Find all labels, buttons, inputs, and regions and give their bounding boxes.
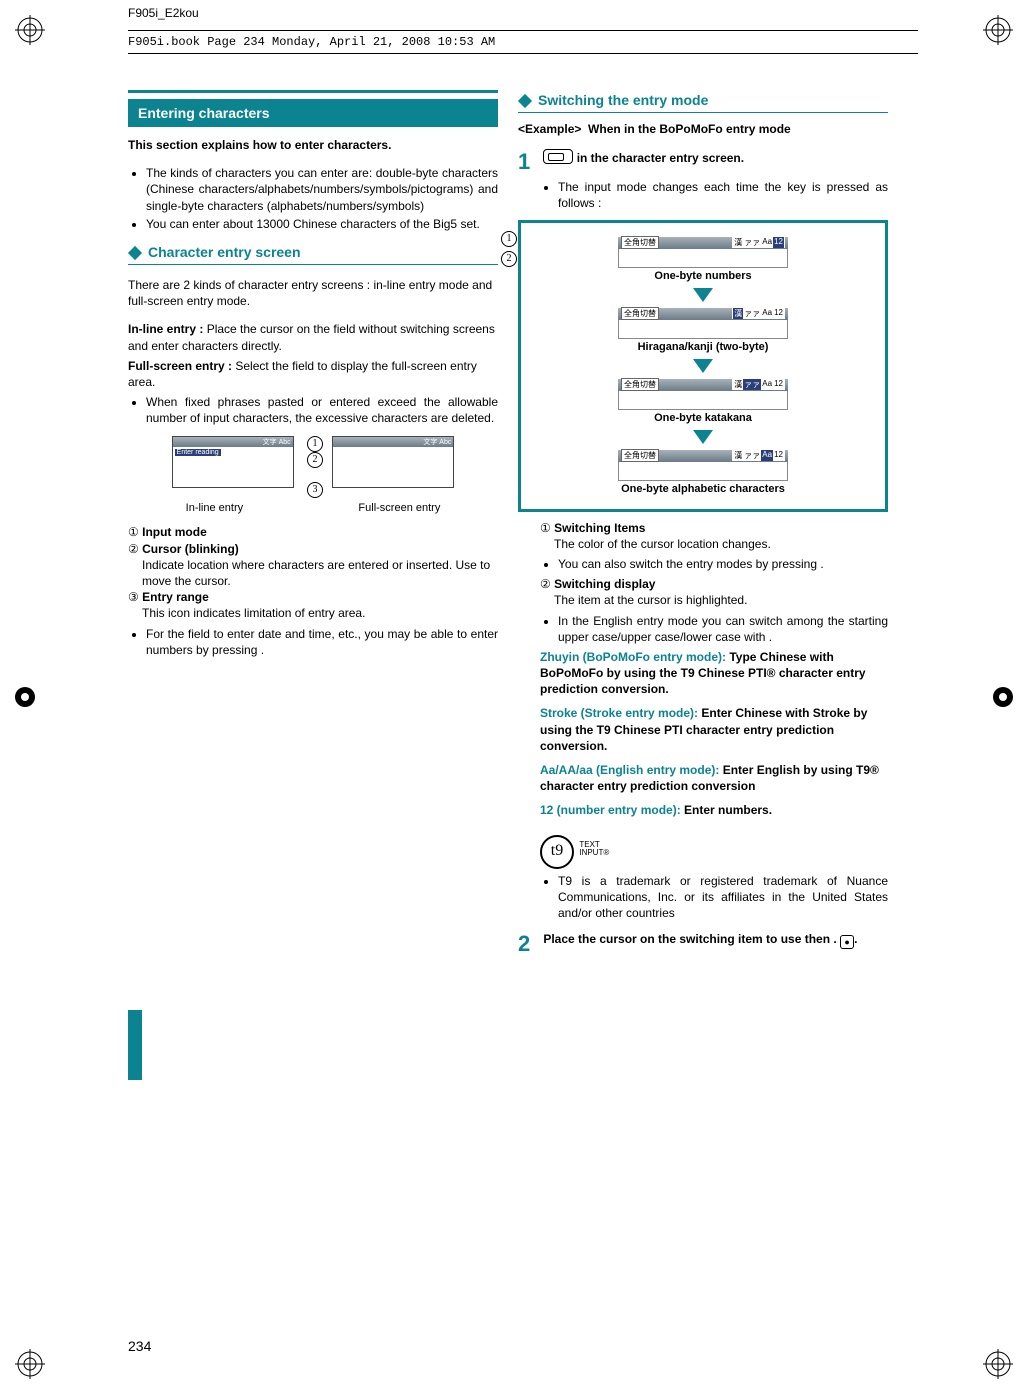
- subheading-switching: Switching the entry mode: [518, 92, 888, 108]
- mode-switch-diagram: 1 2 全角切替漢ァァAa12 One-byte numbers 全角切替漢ァァ…: [518, 220, 888, 512]
- callout-1: 1: [501, 231, 517, 247]
- page-number: 234: [128, 1338, 151, 1354]
- mini-titlebar: 文字 Abc: [173, 437, 293, 447]
- arrow-down-icon: [693, 359, 713, 373]
- circled-def-r2: ② Switching display The item at the curs…: [540, 576, 888, 608]
- menu-key-icon: [543, 149, 573, 164]
- section-title: Entering characters: [128, 99, 498, 127]
- side-index-tab: [128, 1010, 142, 1080]
- step-1: 1 in the character entry screen.: [518, 149, 888, 175]
- mode-number: 12 (number entry mode): Enter numbers.: [540, 802, 888, 818]
- mini-titlebar: 文字 Abc: [333, 437, 453, 447]
- registration-mark-tr: [983, 15, 1013, 45]
- circled-def-3: ③ Entry range This icon indicates limita…: [128, 589, 498, 621]
- diamond-icon: [518, 94, 532, 108]
- def-inline: In-line entry : Place the cursor on the …: [128, 321, 498, 353]
- def-fullscreen: Full-screen entry : Select the field to …: [128, 358, 498, 390]
- diagram-label-3: One-byte katakana: [525, 412, 881, 424]
- doc-header: F905i_E2kou: [128, 6, 199, 20]
- diagram-label-2: Hiragana/kanji (two-byte): [525, 341, 881, 353]
- title-bar-top-rule: [128, 90, 498, 93]
- book-line: F905i.book Page 234 Monday, April 21, 20…: [128, 30, 918, 54]
- registration-mark-br: [983, 1349, 1013, 1379]
- step-number-1: 1: [518, 149, 540, 175]
- arrow-down-icon: [693, 430, 713, 444]
- callout-2: 2: [501, 251, 517, 267]
- def-term: In-line entry :: [128, 322, 207, 336]
- callout-numbers: 1 2 3: [307, 436, 323, 498]
- bullet-item: T9 is a trademark or registered trademar…: [558, 873, 888, 922]
- entry-screen-diagram: 文字 Abc Enter reading 1 2 3 文字 Abc In-lin…: [128, 436, 498, 514]
- circled-def-2: ② Cursor (blinking) Indicate location wh…: [128, 541, 498, 590]
- mode-zhuyin: Zhuyin (BoPoMoFo entry mode): Type Chine…: [540, 649, 888, 698]
- subheading-label: Character entry screen: [148, 244, 301, 260]
- arrow-down-icon: [693, 288, 713, 302]
- t9-logo-icon: t9: [540, 835, 574, 869]
- bullet-item: You can also switch the entry modes by p…: [558, 556, 888, 572]
- circled-def-2-text: Indicate location where characters are e…: [128, 557, 498, 589]
- right-column: Switching the entry mode <Example> When …: [518, 90, 888, 957]
- left-column: Entering characters This section explain…: [128, 90, 498, 957]
- def-term: Full-screen entry :: [128, 359, 235, 373]
- step-number-2: 2: [518, 931, 540, 957]
- registration-mark-bl: [15, 1349, 45, 1379]
- label-inline-entry: In-line entry: [186, 502, 243, 514]
- diamond-icon: [128, 246, 142, 260]
- example-line: <Example> When in the BoPoMoFo entry mod…: [518, 121, 888, 137]
- step-2: 2 Place the cursor on the switching item…: [518, 931, 888, 957]
- enter-reading-label: Enter reading: [175, 449, 221, 456]
- circled-def-3-text: This icon indicates limitation of entry …: [128, 605, 498, 621]
- registration-mark-tl: [15, 15, 45, 45]
- bullet-item: When fixed phrases pasted or entered exc…: [146, 394, 498, 426]
- intro-text: This section explains how to enter chara…: [128, 137, 498, 153]
- bullet-item: The input mode changes each time the key…: [558, 179, 888, 211]
- side-mark-right: [988, 682, 1018, 712]
- subheading-label: Switching the entry mode: [538, 92, 708, 108]
- t9-logo-block: t9 TEXTINPUT®: [540, 829, 888, 869]
- label-fullscreen-entry: Full-screen entry: [358, 502, 440, 514]
- diagram-label-1: One-byte numbers: [525, 270, 881, 282]
- mode-stroke: Stroke (Stroke entry mode): Enter Chines…: [540, 705, 888, 754]
- intro-bullets: The kinds of characters you can enter ar…: [128, 165, 498, 232]
- bullet-item: In the English entry mode you can switch…: [558, 613, 888, 645]
- center-key-icon: ●: [840, 935, 854, 949]
- bullet-item: For the field to enter date and time, et…: [146, 626, 498, 658]
- circled-def-r1: ① Switching Items The color of the curso…: [540, 520, 888, 552]
- side-mark-left: [10, 682, 40, 712]
- bullet-item: You can enter about 13000 Chinese charac…: [146, 216, 498, 232]
- circled-def-1: ① Input mode: [128, 524, 498, 540]
- mode-english: Aa/AA/aa (English entry mode): Enter Eng…: [540, 762, 888, 794]
- diagram-label-4: One-byte alphabetic characters: [525, 483, 881, 495]
- bullet-item: The kinds of characters you can enter ar…: [146, 165, 498, 214]
- subheading-char-entry: Character entry screen: [128, 244, 498, 265]
- sub1-para: There are 2 kinds of character entry scr…: [128, 277, 498, 309]
